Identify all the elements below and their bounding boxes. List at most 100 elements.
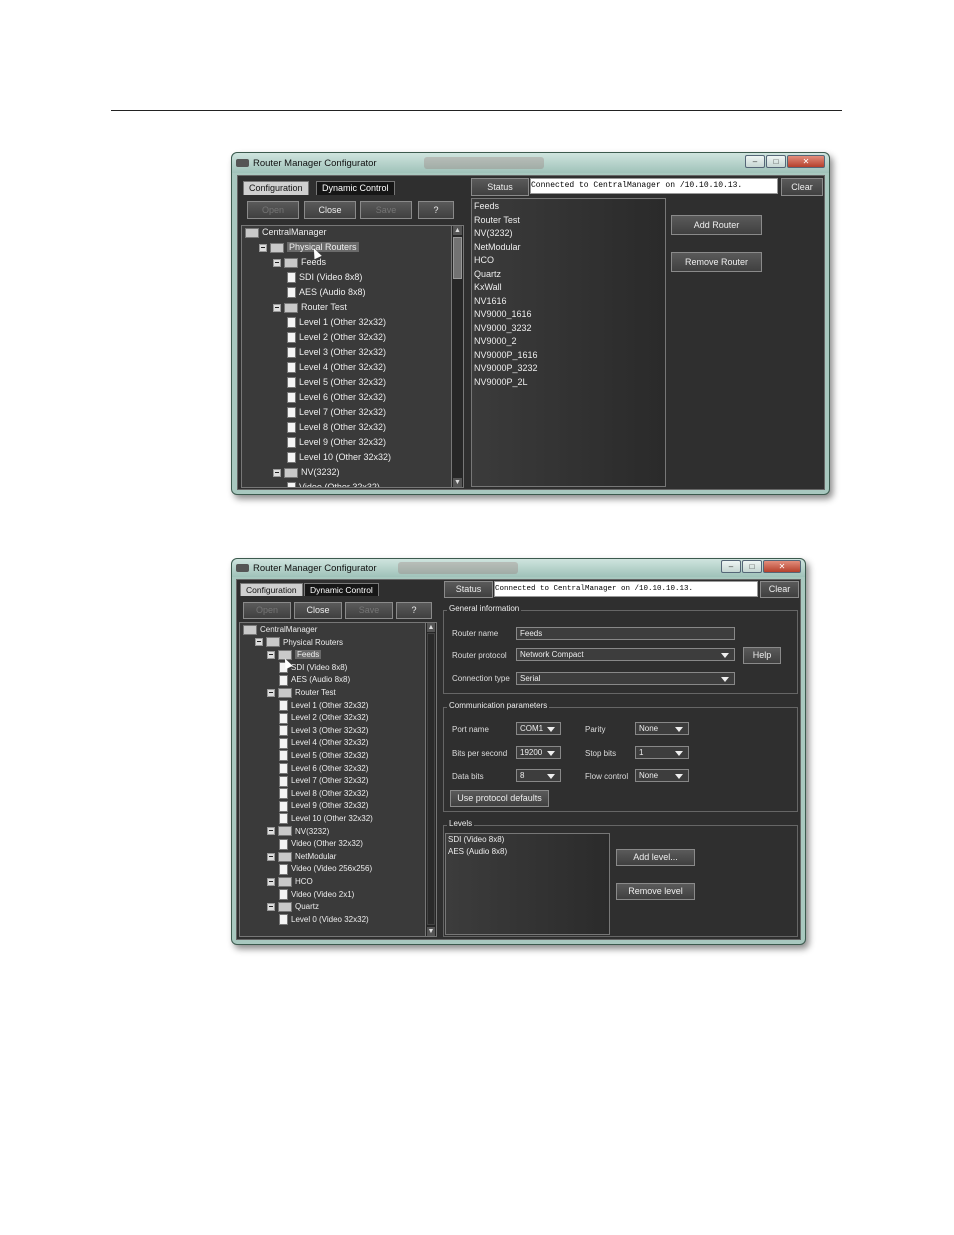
router-name-field[interactable]: Feeds [516,627,735,640]
tree-folder-node[interactable]: Physical Routers [259,242,359,253]
tree-leaf-node[interactable]: Level 8 (Other 32x32) [287,422,386,434]
tree-leaf-node[interactable]: Level 6 (Other 32x32) [287,392,386,404]
tree-leaf-node[interactable]: Level 9 (Other 32x32) [287,437,386,449]
tree-scrollbar[interactable]: ▲ ▼ [451,226,463,487]
save-button[interactable]: Save [360,201,412,219]
tree-folder-node[interactable]: CentralManager [245,227,327,238]
config-tree[interactable]: CentralManager Physical Routers Feeds SDI (… [241,225,464,488]
tab-dynamic-control[interactable]: Dynamic Control [316,181,395,195]
minimize-button[interactable]: – [745,155,765,168]
clear-button[interactable]: Clear [760,581,799,598]
router-list-item[interactable]: NV9000_1616 [472,308,665,322]
close-button[interactable]: Close [304,201,356,219]
tree-folder-node[interactable]: Feeds [267,649,322,661]
level-list-item[interactable]: SDI (Video 8x8) [446,834,609,846]
tree-leaf-node[interactable]: Level 9 (Other 32x32) [279,800,368,812]
scroll-thumb[interactable] [427,633,435,925]
tree-leaf-node[interactable]: Level 0 (Video 32x32) [279,914,369,926]
collapse-toggle-icon[interactable] [267,827,275,836]
use-protocol-defaults-button[interactable]: Use protocol defaults [450,790,549,807]
tree-folder-node[interactable]: Quartz [267,901,319,913]
bits-per-second-select[interactable]: 19200 [516,746,561,759]
router-list-item[interactable]: HCO [472,254,665,268]
port-name-select[interactable]: COM1 [516,722,561,735]
close-button[interactable]: Close [294,602,342,619]
tab-configuration[interactable]: Configuration [243,181,309,195]
router-list-item[interactable]: NV9000P_2L [472,376,665,390]
collapse-toggle-icon[interactable] [273,468,281,477]
maximize-button[interactable]: □ [766,155,786,168]
collapse-toggle-icon[interactable] [273,303,281,312]
minimize-button[interactable]: – [721,560,741,573]
tree-leaf-node[interactable]: Level 4 (Other 32x32) [287,362,386,374]
router-list-item[interactable]: NV9000P_1616 [472,349,665,363]
flow-control-select[interactable]: None [635,769,689,782]
collapse-toggle-icon[interactable] [267,852,275,861]
tree-leaf-node[interactable]: Video (Video 2x1) [279,888,354,900]
tree-folder-node[interactable]: Physical Routers [255,637,343,648]
open-button[interactable]: Open [243,602,291,619]
data-bits-select[interactable]: 8 [516,769,561,782]
add-router-button[interactable]: Add Router [671,215,762,235]
tree-leaf-node[interactable]: Level 6 (Other 32x32) [279,762,368,774]
tree-leaf-node[interactable]: Video (Other 32x32) [279,838,363,850]
close-window-button[interactable]: ✕ [787,155,825,168]
scroll-thumb[interactable] [453,237,462,279]
router-list-item[interactable]: NV9000_2 [472,335,665,349]
levels-list[interactable]: SDI (Video 8x8) AES (Audio 8x8) [445,833,610,935]
clear-button[interactable]: Clear [781,178,823,196]
tree-leaf-node[interactable]: Level 2 (Other 32x32) [287,332,386,344]
tree-leaf-node[interactable]: Level 4 (Other 32x32) [279,737,368,749]
tree-leaf-node[interactable]: Level 7 (Other 32x32) [279,775,368,787]
tree-scrollbar[interactable]: ▲ ▼ [425,623,436,936]
tree-folder-node[interactable]: NV(3232) [273,467,340,478]
level-list-item[interactable]: AES (Audio 8x8) [446,846,609,858]
tree-folder-node[interactable]: Router Test [273,302,347,313]
tab-configuration[interactable]: Configuration [240,583,303,596]
tree-leaf-node[interactable]: AES (Audio 8x8) [287,287,366,299]
tree-leaf-node[interactable]: Video (Video 256x256) [279,863,372,875]
tree-folder-node[interactable]: Feeds [273,257,326,268]
collapse-toggle-icon[interactable] [267,651,275,660]
router-list-item[interactable]: Router Test [472,214,665,228]
help-question-button[interactable]: ? [396,602,432,619]
tree-leaf-node[interactable]: SDI (Video 8x8) [287,272,362,284]
title-bar[interactable]: Router Manager Configurator – □ ✕ [232,153,829,173]
remove-level-button[interactable]: Remove level [616,883,695,900]
remove-router-button[interactable]: Remove Router [671,252,762,272]
close-window-button[interactable]: ✕ [763,560,801,573]
tree-folder-node[interactable]: NetModular [267,851,336,862]
scroll-up-arrow[interactable]: ▲ [453,226,462,235]
tree-leaf-node[interactable]: AES (Audio 8x8) [279,674,350,686]
tree-folder-node[interactable]: HCO [267,876,313,887]
scroll-up-arrow[interactable]: ▲ [427,623,435,632]
tree-leaf-node[interactable]: Level 3 (Other 32x32) [279,725,368,737]
tree-leaf-node[interactable]: Level 1 (Other 32x32) [287,317,386,329]
tree-leaf-node[interactable]: Level 7 (Other 32x32) [287,407,386,419]
collapse-toggle-icon[interactable] [259,243,267,252]
collapse-toggle-icon[interactable] [267,903,275,912]
tree-leaf-node[interactable]: Level 8 (Other 32x32) [279,788,368,800]
parity-select[interactable]: None [635,722,689,735]
tree-leaf-node[interactable]: Level 5 (Other 32x32) [279,750,368,762]
router-list-item[interactable]: Feeds [472,200,665,214]
router-list-item[interactable]: NetModular [472,241,665,255]
config-tree[interactable]: CentralManager Physical Routers Feeds SDI (… [239,622,437,937]
collapse-toggle-icon[interactable] [255,638,263,647]
router-list-item[interactable]: NV1616 [472,295,665,309]
stop-bits-select[interactable]: 1 [635,746,689,759]
collapse-toggle-icon[interactable] [267,688,275,697]
router-list-item[interactable]: NV9000P_3232 [472,362,665,376]
tree-folder-node[interactable]: Router Test [267,687,336,698]
maximize-button[interactable]: □ [742,560,762,573]
scroll-down-arrow[interactable]: ▼ [427,927,435,936]
tree-leaf-node[interactable]: Level 2 (Other 32x32) [279,712,368,724]
router-list[interactable]: Feeds Router Test NV(3232) NetModular HCO Qua… [471,198,666,487]
tree-leaf-node[interactable]: Video (Other 32x32) [287,482,380,487]
router-list-item[interactable]: Quartz [472,268,665,282]
tree-leaf-node[interactable]: Level 10 (Other 32x32) [279,813,373,825]
tree-folder-node[interactable]: NV(3232) [267,826,329,837]
tree-leaf-node[interactable]: Level 5 (Other 32x32) [287,377,386,389]
tree-folder-node[interactable]: CentralManager [243,624,317,635]
open-button[interactable]: Open [247,201,299,219]
